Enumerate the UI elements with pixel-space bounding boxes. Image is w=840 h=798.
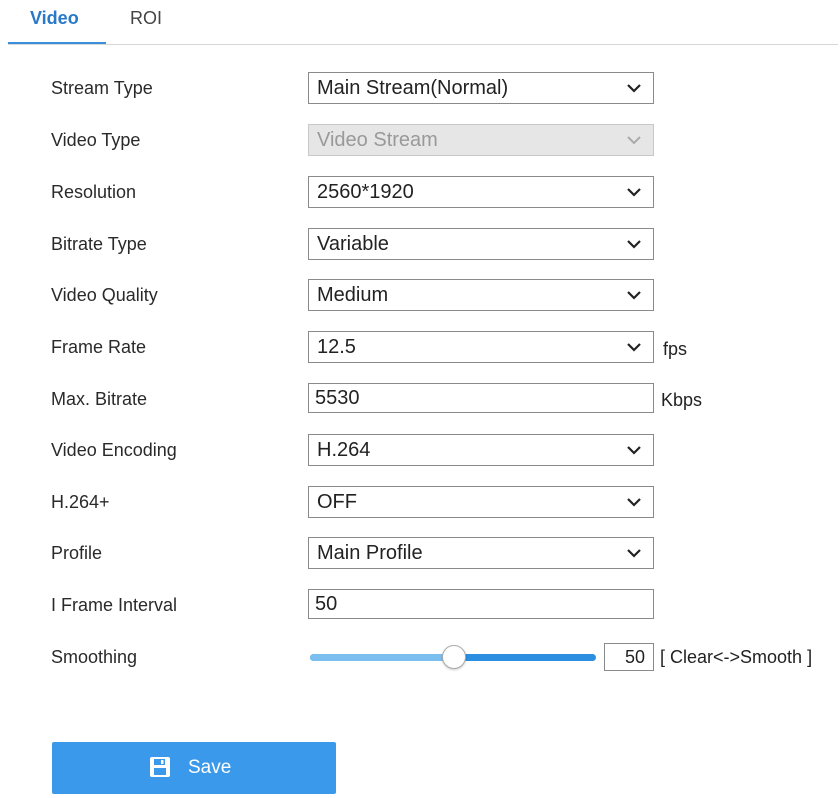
max-bitrate-label: Max. Bitrate [51, 389, 148, 409]
video-encoding-value: H.264 [317, 439, 371, 461]
tab-video[interactable]: Video [30, 8, 79, 29]
video-quality-label: Video Quality [51, 285, 158, 305]
resolution-value: 2560*1920 [317, 181, 414, 203]
chevron-down-icon [627, 185, 641, 199]
chevron-down-icon [627, 237, 641, 251]
stream-type-label: Stream Type [51, 78, 153, 98]
chevron-down-icon [627, 443, 641, 457]
i-frame-interval-label: I Frame Interval [51, 595, 178, 615]
chevron-down-icon [627, 81, 641, 95]
frame-rate-value: 12.5 [317, 336, 356, 358]
save-button-label: Save [188, 757, 232, 778]
chevron-down-icon [627, 546, 641, 560]
video-type-select: Video Stream [308, 124, 654, 156]
video-quality-select[interactable]: Medium [308, 279, 654, 311]
video-encoding-select[interactable]: H.264 [308, 434, 654, 466]
frame-rate-label: Frame Rate [51, 337, 147, 357]
profile-label: Profile [51, 543, 103, 563]
smoothing-hint: [ Clear<->Smooth ] [660, 647, 813, 667]
chevron-down-icon [627, 133, 641, 147]
profile-select[interactable]: Main Profile [308, 537, 654, 569]
smoothing-slider-fill [310, 654, 453, 661]
h264-plus-label: H.264+ [51, 492, 110, 512]
resolution-label: Resolution [51, 182, 137, 202]
video-encoding-label: Video Encoding [51, 440, 177, 460]
max-bitrate-unit: Kbps [661, 390, 703, 410]
stream-type-select[interactable]: Main Stream(Normal) [308, 72, 654, 104]
i-frame-interval-input[interactable]: 50 [308, 589, 654, 619]
floppy-disk-icon [149, 756, 171, 778]
tab-bar: Video ROI [0, 0, 840, 46]
profile-value: Main Profile [317, 542, 423, 564]
frame-rate-unit: fps [663, 339, 688, 359]
video-quality-value: Medium [317, 284, 389, 306]
max-bitrate-input[interactable]: 5530 [308, 383, 654, 413]
h264-plus-value: OFF [317, 491, 357, 513]
resolution-select[interactable]: 2560*1920 [308, 176, 654, 208]
chevron-down-icon [627, 495, 641, 509]
video-type-label: Video Type [51, 130, 141, 150]
chevron-down-icon [627, 288, 641, 302]
smoothing-label: Smoothing [51, 647, 138, 667]
video-type-value: Video Stream [317, 129, 438, 151]
bitrate-type-value: Variable [317, 233, 389, 255]
stream-type-value: Main Stream(Normal) [317, 77, 509, 99]
chevron-down-icon [627, 340, 641, 354]
save-button[interactable]: Save [52, 742, 336, 794]
h264-plus-select[interactable]: OFF [308, 486, 654, 518]
smoothing-value-input[interactable]: 50 [604, 643, 654, 671]
tab-roi[interactable]: ROI [130, 8, 162, 29]
smoothing-slider-thumb[interactable] [442, 645, 466, 669]
bitrate-type-label: Bitrate Type [51, 234, 147, 254]
tab-divider [8, 44, 838, 45]
frame-rate-select[interactable]: 12.5 [308, 331, 654, 363]
bitrate-type-select[interactable]: Variable [308, 228, 654, 260]
